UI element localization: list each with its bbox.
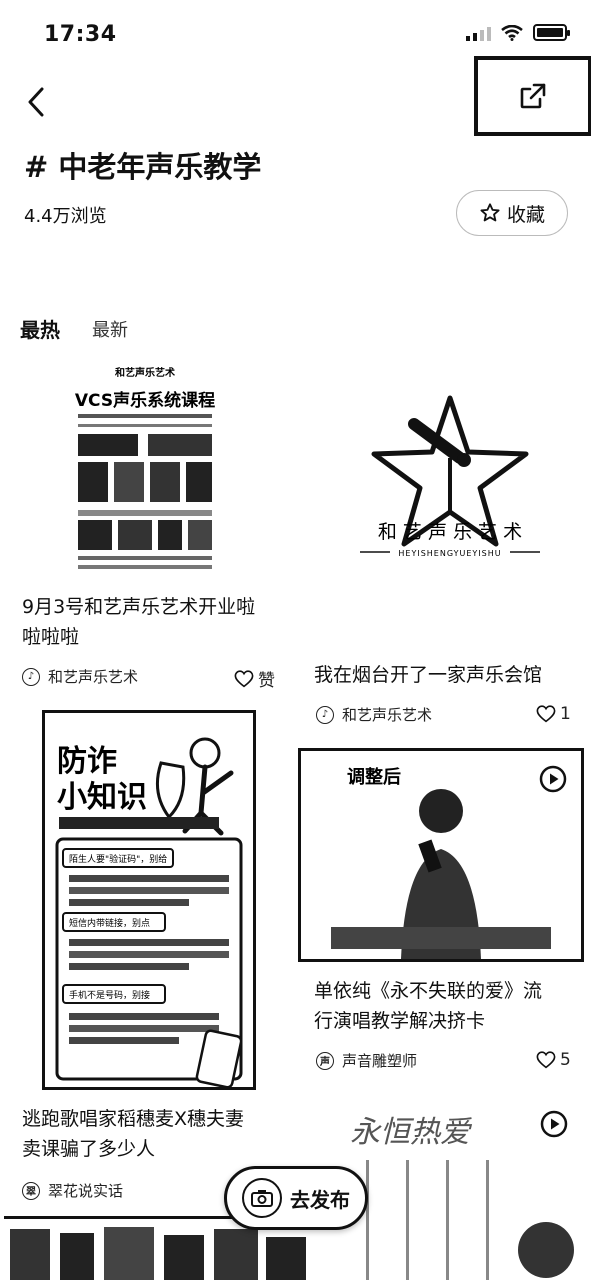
- like-button[interactable]: 赞: [234, 666, 275, 691]
- tip-2: 短信内带链接，别点: [69, 917, 150, 929]
- post-author[interactable]: 翠 翠花说实话: [22, 1180, 123, 1201]
- share-icon: [520, 83, 546, 109]
- post-title[interactable]: 单依纯《永不失联的爱》流 行演唱教学解决挤卡: [314, 976, 584, 1036]
- poster-headline: VCS声乐系统课程: [75, 390, 215, 411]
- logo-brand-text: 和 艺 声 乐 艺 术: [378, 521, 522, 543]
- status-icons: [466, 24, 570, 41]
- post-image[interactable]: 和艺声乐艺术 VCS声乐系统课程: [70, 360, 220, 580]
- tab-new[interactable]: 最新: [92, 316, 128, 342]
- fraud-poster-graphic: 防诈 小知识 陌生人要"验证码"，别给 短信内带链接，别点 手机不是号码，别接: [55, 737, 243, 1087]
- like-count: 赞: [258, 671, 275, 691]
- wifi-icon: [501, 24, 523, 41]
- like-count: 1: [560, 704, 571, 724]
- status-time: 17:34: [44, 22, 117, 47]
- heart-outline-icon: [536, 1051, 556, 1069]
- poster-brand: 和艺声乐艺术: [114, 366, 175, 379]
- post-image[interactable]: 调整后: [298, 748, 584, 962]
- back-button[interactable]: [18, 82, 54, 122]
- author-name: 和艺声乐艺术: [342, 706, 433, 724]
- like-count: 5: [560, 1050, 571, 1070]
- course-poster-graphic: 和艺声乐艺术 VCS声乐系统课程: [70, 360, 220, 580]
- heart-outline-icon: [536, 705, 556, 723]
- topic-view-count: 4.4万浏览: [24, 206, 107, 227]
- play-circle-icon[interactable]: [539, 765, 567, 793]
- post-author[interactable]: 声 声音雕塑师: [316, 1050, 417, 1071]
- post-image[interactable]: 永恒热爱: [336, 1100, 586, 1280]
- avatar: ♪: [22, 667, 40, 686]
- poster-headline: 防诈: [57, 744, 117, 779]
- author-name: 和艺声乐艺术: [48, 668, 139, 686]
- avatar: 翠: [22, 1181, 40, 1200]
- thumbnail-tag: 调整后: [347, 766, 401, 788]
- logo-graphic: 和 艺 声 乐 艺 术 HEYISHENGYUEYISHU: [360, 395, 540, 558]
- post-image[interactable]: 防诈 小知识 陌生人要"验证码"，别给 短信内带链接，别点 手机不是号码，别接: [42, 710, 256, 1090]
- post-title[interactable]: 9月3号和艺声乐艺术开业啦 啦啦啦: [22, 592, 292, 652]
- share-button[interactable]: [474, 56, 591, 136]
- like-button[interactable]: 1: [536, 704, 571, 724]
- logo-sub-text: HEYISHENGYUEYISHU: [398, 549, 501, 558]
- topic-title: # 中老年声乐教学: [24, 150, 262, 184]
- avatar: 声: [316, 1051, 334, 1070]
- thumbnail-text: 永恒热爱: [350, 1115, 473, 1150]
- post-title[interactable]: 逃跑歌唱家稻穗麦X穗夫妻 卖课骗了多少人: [22, 1104, 292, 1164]
- tip-1: 陌生人要"验证码"，别给: [69, 853, 167, 865]
- avatar: ♪: [316, 705, 334, 724]
- tip-3: 手机不是号码，别接: [69, 989, 150, 1001]
- like-button[interactable]: 5: [536, 1050, 571, 1070]
- play-circle-icon[interactable]: [540, 1110, 568, 1138]
- post-title[interactable]: 我在烟台开了一家声乐会馆: [314, 660, 584, 690]
- heart-outline-icon: [234, 669, 254, 687]
- battery-icon: [533, 24, 570, 41]
- post-image[interactable]: 和 艺 声 乐 艺 术 HEYISHENGYUEYISHU: [330, 380, 570, 580]
- favorite-button[interactable]: 收藏: [456, 190, 568, 236]
- author-name: 翠花说实话: [48, 1182, 124, 1200]
- post-author[interactable]: ♪ 和艺声乐艺术: [316, 704, 432, 725]
- poster-headline: 小知识: [57, 780, 147, 815]
- author-name: 声音雕塑师: [342, 1052, 418, 1070]
- chevron-left-icon: [28, 87, 44, 117]
- tab-hot[interactable]: 最热: [20, 314, 60, 343]
- cellular-signal-icon: [466, 25, 491, 41]
- star-outline-icon: [480, 203, 500, 222]
- camera-icon: [242, 1178, 282, 1218]
- post-author[interactable]: ♪ 和艺声乐艺术: [22, 666, 138, 687]
- publish-label: 去发布: [290, 1187, 350, 1212]
- publish-button[interactable]: 去发布: [224, 1166, 368, 1230]
- favorite-label: 收藏: [506, 203, 545, 226]
